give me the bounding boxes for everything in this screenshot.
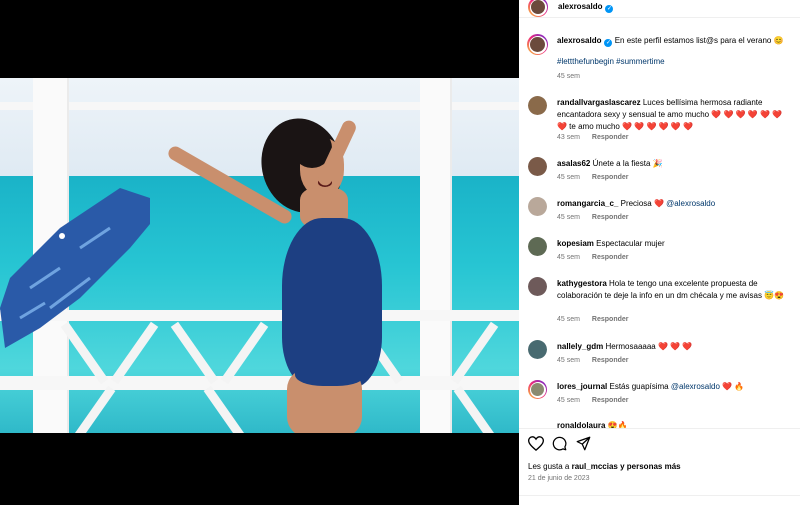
caption-username[interactable]: alexrosaldo — [557, 36, 601, 45]
towel — [0, 188, 150, 348]
reply-button[interactable]: Responder — [592, 357, 629, 364]
verified-badge-icon: ✓ — [604, 39, 613, 47]
commenter-avatar[interactable] — [528, 197, 547, 216]
reply-button[interactable]: Responder — [592, 254, 629, 261]
caption-text: En este perfil estamos list@s para el ve… — [614, 36, 784, 45]
comment-username[interactable]: nallely_gdm — [557, 342, 603, 351]
caption-hashtags-row: #lettthefunbegin #summertime — [557, 56, 793, 68]
caption-body: alexrosaldo ✓ En este perfil estamos list… — [557, 35, 793, 47]
comment-body: randallvargaslascarez Luces bellísima he… — [557, 97, 793, 133]
comment-meta: 45 sem Responder — [557, 357, 638, 364]
comment-meta: 45 sem Responder — [557, 254, 638, 261]
post-media — [0, 0, 519, 505]
comment-body: ronaldolaura 😍🔥 — [557, 420, 793, 428]
comment-body: kathygestora Hola te tengo una excelente… — [557, 278, 793, 302]
post-photo — [0, 78, 519, 433]
comment-username[interactable]: ronaldolaura — [557, 421, 605, 428]
comment-time[interactable]: 45 sem — [557, 357, 580, 364]
comment-time[interactable]: 45 sem — [557, 397, 580, 404]
verified-badge-icon: ✓ — [605, 5, 614, 13]
swimsuit-bottom — [295, 358, 365, 386]
comment-meta: 45 sem Responder — [557, 174, 638, 181]
comment: ronaldolaura 😍🔥 — [519, 420, 800, 428]
comment-meta: 45 sem Responder — [557, 316, 638, 323]
caption-hashtags[interactable]: #lettthefunbegin #summertime — [557, 57, 665, 66]
commenter-avatar[interactable] — [528, 96, 547, 115]
comment-username[interactable]: kopesiam — [557, 239, 594, 248]
comment-body: asalas62 Únete a la fiesta 🎉 — [557, 158, 793, 170]
post-header: alexrosaldo ✓ — [519, 0, 800, 18]
reply-button[interactable]: Responder — [592, 397, 629, 404]
railing-lower — [0, 376, 519, 390]
comment-username[interactable]: kathygestora — [557, 279, 607, 288]
reply-button[interactable]: Responder — [592, 174, 629, 181]
comment-time[interactable]: 45 sem — [557, 174, 580, 181]
post-date[interactable]: 21 de junio de 2023 — [528, 475, 590, 482]
commenter-avatar[interactable] — [528, 277, 547, 296]
comments-panel: alexrosaldo ✓ alexrosaldo ✓ En este perfil… — [519, 0, 800, 505]
comment-username[interactable]: randallvargaslascarez — [557, 98, 641, 107]
comment-suffix: ❤️ 🔥 — [722, 382, 745, 391]
header-author: alexrosaldo ✓ — [558, 2, 614, 13]
comment-text: Hermosaaaaa ❤️ ❤️ ❤️ — [605, 342, 693, 351]
heart-icon[interactable] — [528, 436, 544, 451]
likes-summary: Les gusta a raul_mccias y personas más — [528, 462, 681, 471]
reply-button[interactable]: Responder — [592, 134, 629, 141]
likes-suffix[interactable]: y personas más — [620, 462, 680, 471]
comment-body: kopesiam Espectacular mujer — [557, 238, 793, 250]
comment-username[interactable]: romangarcia_c_ — [557, 199, 618, 208]
comment-meta: 45 sem Responder — [557, 214, 638, 221]
comment-text: Espectacular mujer — [596, 239, 665, 248]
reply-button[interactable]: Responder — [592, 316, 629, 323]
comment-meta: 45 sem Responder — [557, 397, 638, 404]
commenter-avatar[interactable] — [528, 157, 547, 176]
add-comment-bar[interactable] — [519, 495, 800, 505]
comment-time[interactable]: 45 sem — [557, 316, 580, 323]
author-avatar[interactable] — [527, 34, 548, 55]
comment-text: 😍🔥 — [607, 421, 628, 428]
comment-mention[interactable]: @alexrosaldo — [666, 199, 715, 208]
comment-username[interactable]: asalas62 — [557, 159, 590, 168]
caption-time[interactable]: 45 sem — [557, 73, 580, 80]
commenter-avatar[interactable] — [528, 380, 547, 399]
comment-text: Estás guapísima — [609, 382, 669, 391]
comment-meta: 43 sem Responder — [557, 134, 638, 141]
comment-time[interactable]: 45 sem — [557, 214, 580, 221]
likes-prefix: Les gusta a — [528, 462, 570, 471]
comment-time[interactable]: 45 sem — [557, 254, 580, 261]
comment-icon[interactable] — [552, 436, 567, 451]
author-username[interactable]: alexrosaldo — [558, 2, 602, 11]
commenter-avatar[interactable] — [528, 237, 547, 256]
comment-time[interactable]: 43 sem — [557, 134, 580, 141]
comment-username[interactable]: lores_journal — [557, 382, 607, 391]
comment-body: nallely_gdm Hermosaaaaa ❤️ ❤️ ❤️ — [557, 341, 793, 353]
post-actions: Les gusta a raul_mccias y personas más 2… — [519, 428, 800, 505]
likes-user[interactable]: raul_mccias — [572, 462, 618, 471]
caption-meta: 45 sem — [557, 73, 590, 80]
comment-text: Preciosa ❤️ — [620, 199, 664, 208]
reply-button[interactable]: Responder — [592, 214, 629, 221]
commenter-avatar[interactable] — [528, 340, 547, 359]
comment-text: Únete a la fiesta 🎉 — [592, 159, 663, 168]
author-avatar[interactable] — [528, 0, 548, 17]
comment-mention[interactable]: @alexrosaldo — [671, 382, 720, 391]
comment-body: romangarcia_c_ Preciosa ❤️ @alexrosaldo — [557, 198, 793, 210]
comment-body: lores_journal Estás guapísima @alexrosal… — [557, 381, 793, 393]
share-icon[interactable] — [576, 436, 591, 451]
